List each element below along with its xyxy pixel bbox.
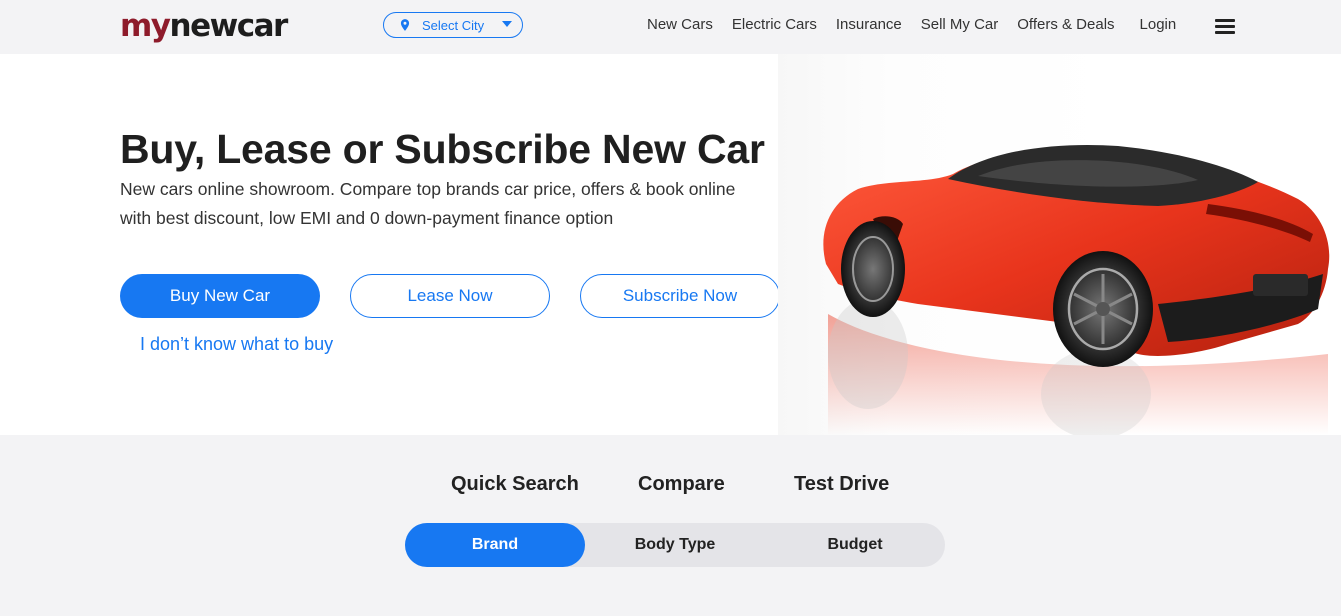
nav-insurance[interactable]: Insurance xyxy=(836,16,902,33)
main-nav: New Cars Electric Cars Insurance Sell My… xyxy=(647,16,1195,33)
dont-know-what-to-buy-link[interactable]: I don’t know what to buy xyxy=(140,334,333,355)
tab-quick-search[interactable]: Quick Search xyxy=(451,473,579,496)
nav-sell-my-car[interactable]: Sell My Car xyxy=(921,16,999,33)
hero-car-image xyxy=(778,54,1341,435)
buy-new-car-button[interactable]: Buy New Car xyxy=(120,274,320,318)
search-filter-toggle: Brand Body Type Budget xyxy=(405,523,945,567)
hamburger-menu-icon[interactable] xyxy=(1215,19,1235,35)
subscribe-now-button[interactable]: Subscribe Now xyxy=(580,274,780,318)
hero-subtitle: New cars online showroom. Compare top br… xyxy=(120,179,736,228)
select-city-dropdown[interactable]: Select City xyxy=(383,12,523,38)
login-link[interactable]: Login xyxy=(1140,16,1177,33)
logo-part-my: my xyxy=(120,8,171,44)
tab-compare[interactable]: Compare xyxy=(638,473,725,496)
hero-title: Buy, Lease or Subscribe New Car xyxy=(120,126,765,172)
nav-electric-cars[interactable]: Electric Cars xyxy=(732,16,817,33)
red-sports-car-illustration xyxy=(823,144,1330,435)
hero-section: Buy, Lease or Subscribe New Car New cars… xyxy=(0,54,1341,435)
filter-body-type-button[interactable]: Body Type xyxy=(585,523,765,567)
tab-test-drive[interactable]: Test Drive xyxy=(794,473,889,496)
filter-brand-button[interactable]: Brand xyxy=(405,523,585,567)
caret-down-icon xyxy=(502,21,512,27)
location-pin-icon xyxy=(400,19,410,31)
site-logo[interactable]: mynewcar xyxy=(120,8,289,44)
logo-part-newcar: newcar xyxy=(169,8,289,44)
nav-offers-deals[interactable]: Offers & Deals xyxy=(1017,16,1114,33)
select-city-label: Select City xyxy=(422,17,485,33)
site-header: mynewcar Select City New Cars Electric C… xyxy=(0,0,1341,54)
lease-now-button[interactable]: Lease Now xyxy=(350,274,550,318)
nav-new-cars[interactable]: New Cars xyxy=(647,16,713,33)
filter-budget-button[interactable]: Budget xyxy=(765,523,945,567)
